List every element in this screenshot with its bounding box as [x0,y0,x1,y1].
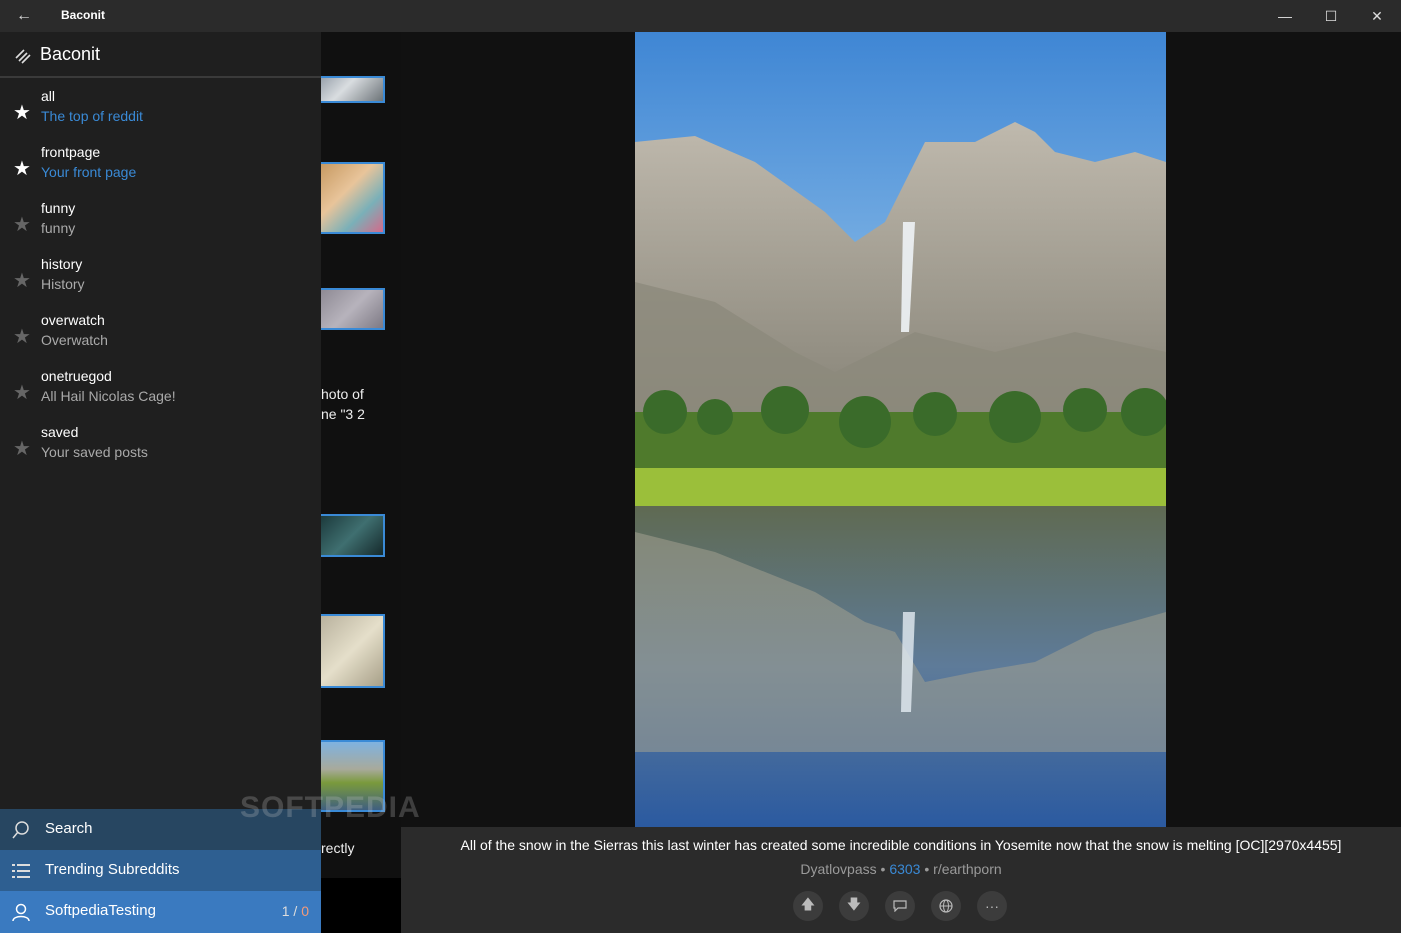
subreddit-description: funny [41,220,76,236]
post-snippet: hoto of [321,386,364,402]
subreddit-name: history [41,256,83,272]
subreddit-name: all [41,88,56,104]
post-thumbnail[interactable] [321,288,385,330]
subreddit-item-all[interactable]: ★ all The top of reddit [0,88,321,144]
post-actions: 🡅 🡇 ··· [793,891,1007,921]
downvote-button[interactable]: 🡇 [839,891,869,921]
post-thumbnail[interactable] [321,76,385,103]
search-icon [10,819,32,841]
pane-title: Baconit [40,44,101,64]
post-subreddit[interactable]: r/earthporn [933,861,1001,877]
window-title: Baconit [61,8,106,22]
star-icon[interactable]: ★ [11,214,33,236]
subreddit-name: funny [41,200,76,216]
subreddit-description: Overwatch [41,332,108,348]
subreddit-item-history[interactable]: ★ history History [0,256,321,312]
arrow-left-icon: ← [16,7,32,24]
star-icon[interactable]: ★ [11,326,33,348]
star-icon[interactable]: ★ [11,382,33,404]
arrow-up-icon: 🡅 [800,896,816,912]
trending-label: Trending Subreddits [45,861,180,878]
subreddit-item-frontpage[interactable]: ★ frontpage Your front page [0,144,321,200]
watermark-logo: SOFTPEDIA [240,791,421,824]
search-label: Search [45,820,93,837]
arrow-down-icon: 🡇 [846,896,862,912]
post-thumbnail[interactable] [321,614,385,688]
subreddit-item-saved[interactable]: ★ saved Your saved posts [0,424,321,480]
subreddit-name: frontpage [41,144,101,160]
karma-count: 1 / 0 [282,903,309,919]
post-viewer: All of the snow in the Sierras this last… [401,32,1401,933]
ellipsis-icon: ··· [985,898,999,914]
star-icon[interactable]: ★ [11,270,33,292]
pane-header: Baconit [0,32,321,78]
comment-karma: 0 [301,903,309,919]
subreddit-description: History [41,276,85,292]
username: SoftpediaTesting [45,902,156,919]
maximize-button[interactable]: ☐ [1308,0,1354,32]
subreddit-name: saved [41,424,79,440]
close-icon: ✕ [1371,7,1383,24]
close-button[interactable]: ✕ [1354,0,1400,32]
karma-separator: / [289,903,302,919]
upvote-button[interactable]: 🡅 [793,891,823,921]
star-icon[interactable]: ★ [11,438,33,460]
subreddit-name: overwatch [41,312,105,328]
post-snippet: rectly [321,840,355,856]
trending-subreddits-button[interactable]: Trending Subreddits [0,850,321,891]
post-caption-bar: All of the snow in the Sierras this last… [401,827,1401,933]
user-account-button[interactable]: SoftpediaTesting 1 / 0 [0,891,321,933]
app-frame: hoto of ne "3 2 rectly All of the snow i… [0,32,1401,933]
meta-separator: • [924,861,934,877]
star-filled-icon[interactable]: ★ [11,102,33,124]
baconit-logo-icon [12,44,34,66]
title-bar: ← Baconit — ☐ ✕ [0,0,1401,32]
post-image[interactable] [635,32,1166,827]
comment-icon [893,900,907,912]
subreddit-description: All Hail Nicolas Cage! [41,388,176,404]
post-score: 6303 [889,861,921,877]
star-filled-icon[interactable]: ★ [11,158,33,180]
open-browser-button[interactable] [931,891,961,921]
maximize-icon: ☐ [1324,7,1338,24]
meta-separator: • [880,861,890,877]
post-meta: Dyatlovpass • 6303 • r/earthporn [401,861,1401,877]
subreddit-item-onetruegod[interactable]: ★ onetruegod All Hail Nicolas Cage! [0,368,321,424]
link-karma: 1 [281,903,290,919]
post-list[interactable] [321,32,401,878]
subreddit-item-funny[interactable]: ★ funny funny [0,200,321,256]
subreddit-description: Your front page [41,164,137,180]
landscape-photo [635,32,1166,827]
subreddit-item-overwatch[interactable]: ★ overwatch Overwatch [0,312,321,368]
back-button[interactable]: ← [8,0,40,32]
post-author[interactable]: Dyatlovpass [800,861,876,877]
subreddit-description: The top of reddit [41,108,143,124]
comments-button[interactable] [885,891,915,921]
minimize-button[interactable]: — [1262,0,1308,32]
minimize-icon: — [1278,8,1292,24]
list-icon [10,860,32,882]
post-snippet: ne "3 2 [321,406,365,422]
post-thumbnail[interactable] [321,514,385,557]
user-icon [10,901,32,923]
globe-icon [939,899,953,913]
post-thumbnail[interactable] [321,162,385,234]
subreddit-description: Your saved posts [41,444,148,460]
more-button[interactable]: ··· [977,891,1007,921]
post-title: All of the snow in the Sierras this last… [460,837,1342,853]
subreddit-name: onetruegod [41,368,112,384]
